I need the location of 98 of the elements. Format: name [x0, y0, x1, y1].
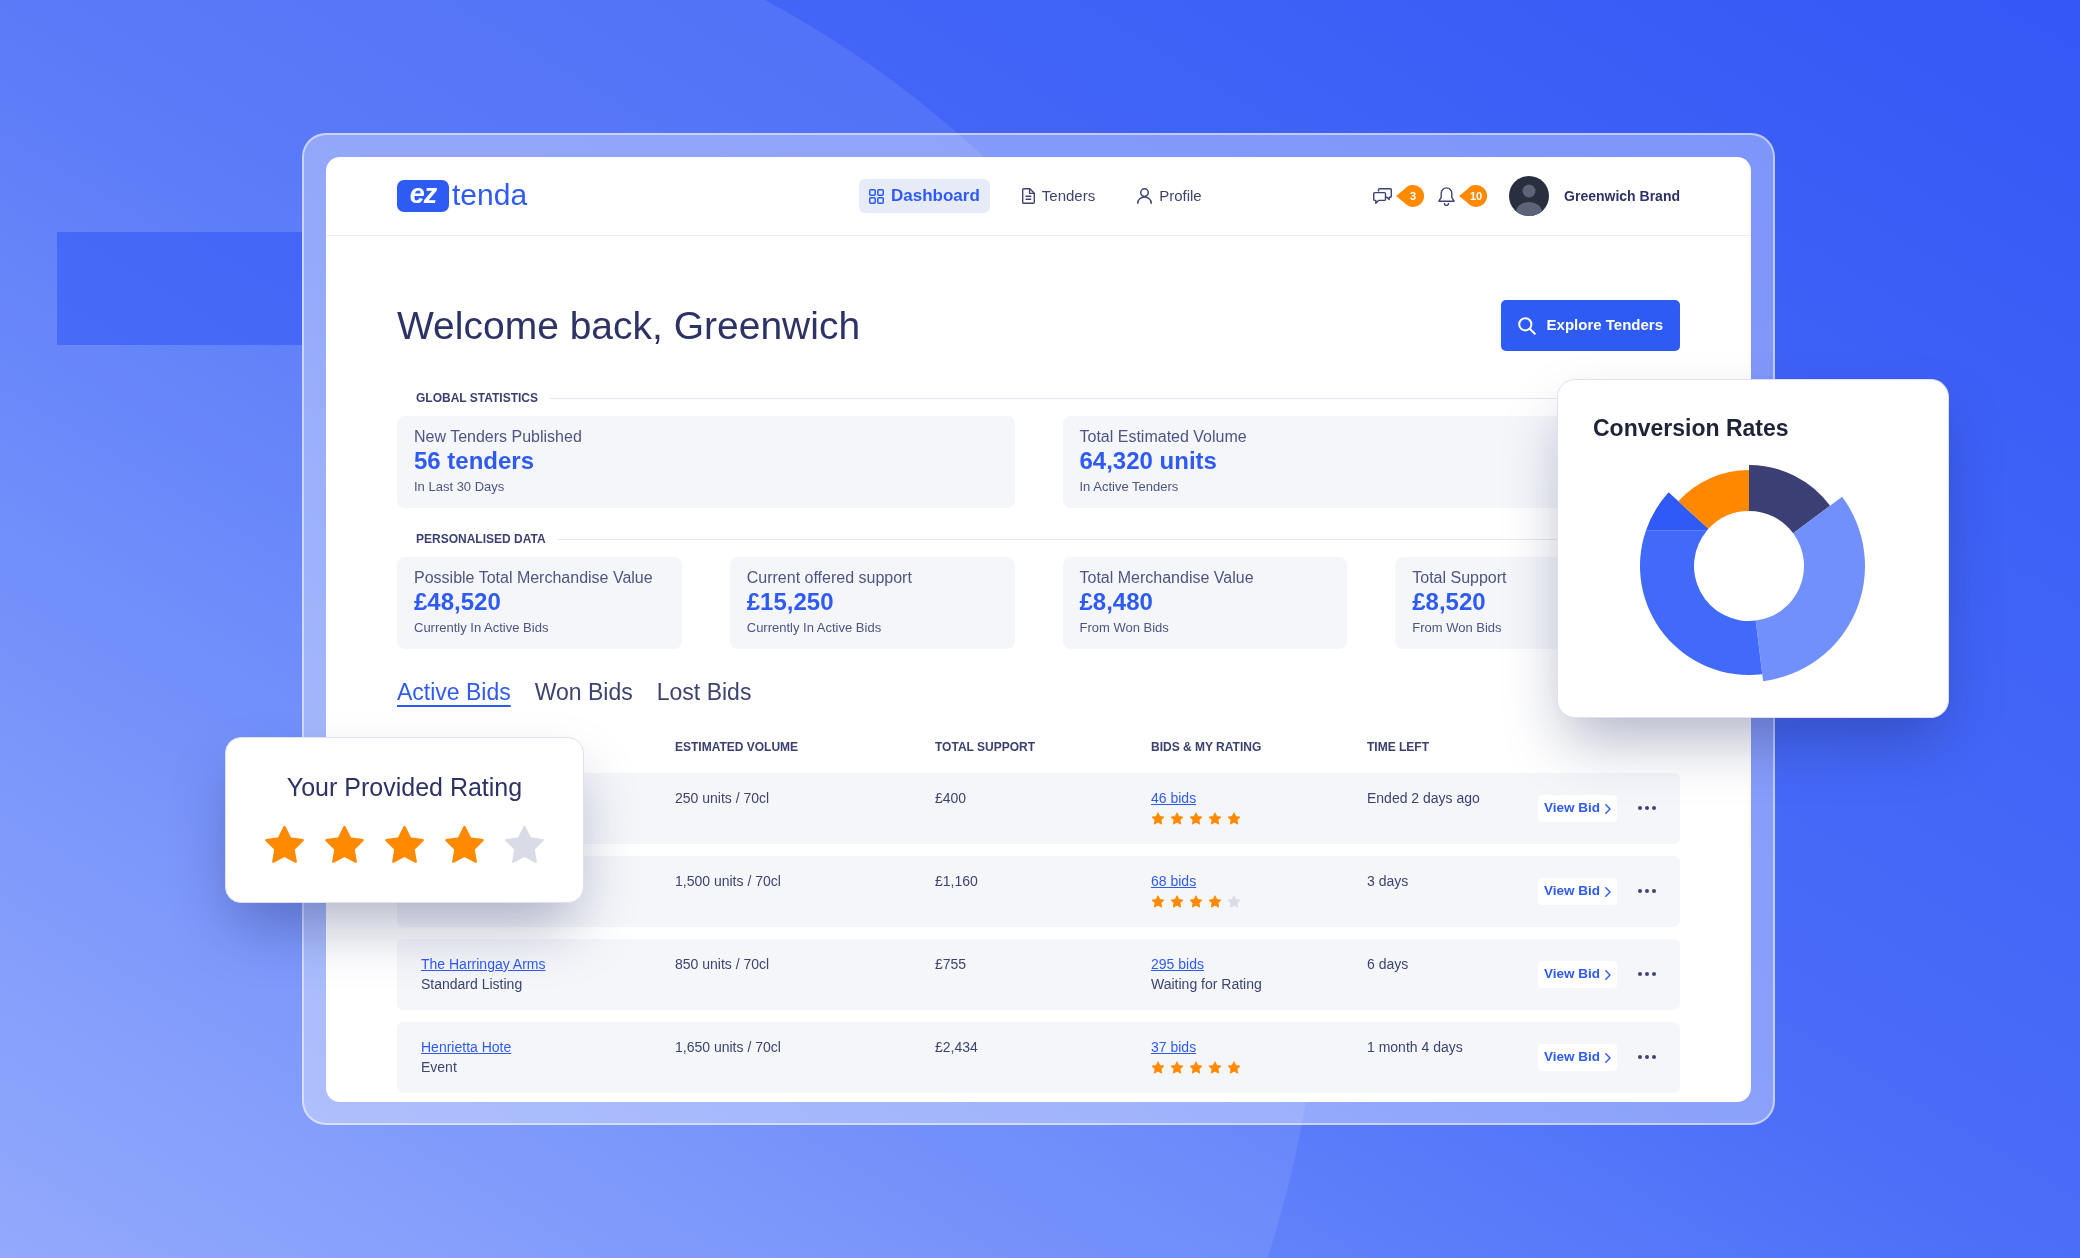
- stat-label: New Tenders Published: [414, 427, 583, 447]
- grid-icon: [869, 188, 884, 204]
- star-icon: [1170, 812, 1184, 825]
- stat-value: £8,480: [1079, 588, 1154, 616]
- bids-tab[interactable]: Lost Bids: [656, 678, 752, 706]
- nav-tab[interactable]: Tenders: [1011, 179, 1106, 213]
- more-icon[interactable]: [1638, 972, 1656, 976]
- stat-note: Currently In Active Bids: [746, 619, 883, 637]
- table-cell-text: 6 days: [1367, 955, 1409, 974]
- star-icon: [1151, 812, 1165, 825]
- stat-note: In Last 30 Days: [414, 478, 506, 496]
- stat-value: 64,320 units: [1079, 447, 1218, 475]
- column-header: ESTIMATED VOLUME: [675, 739, 799, 755]
- document-icon: [1021, 188, 1035, 204]
- brand-name: tenda: [452, 177, 528, 213]
- view-bid-button[interactable]: View Bid: [1538, 1044, 1618, 1071]
- bids-link[interactable]: 295 bids: [1151, 954, 1204, 974]
- listing-type: Standard Listing: [421, 975, 523, 994]
- chat-icon[interactable]: [1373, 187, 1393, 205]
- more-icon[interactable]: [1638, 806, 1656, 810]
- star-icon: [1208, 812, 1222, 825]
- stat-label: Current offered support: [746, 568, 913, 588]
- stat-note: In Active Tenders: [1079, 478, 1180, 496]
- count-badge: 10: [1459, 185, 1488, 207]
- welcome-heading: Welcome back, Greenwich: [397, 302, 861, 349]
- chevron-right-icon: [1605, 886, 1612, 897]
- bids-link[interactable]: 46 bids: [1151, 788, 1197, 808]
- star-icon: [444, 825, 485, 864]
- stat-note: From Won Bids: [1079, 619, 1170, 637]
- logo-mark: ez: [397, 180, 449, 212]
- star-icon: [1208, 895, 1222, 908]
- star-icon: [1227, 1061, 1241, 1074]
- stat-note: From Won Bids: [1412, 619, 1503, 637]
- star-icon: [1151, 1061, 1165, 1074]
- table-cell-text: £755: [935, 955, 967, 974]
- star-icon: [1208, 1061, 1222, 1074]
- view-bid-button[interactable]: View Bid: [1538, 961, 1618, 988]
- more-icon[interactable]: [1638, 889, 1656, 893]
- star-icon: [1227, 895, 1241, 908]
- bids-tab[interactable]: Won Bids: [534, 678, 633, 706]
- stat-label: Possible Total Merchandise Value: [414, 568, 654, 588]
- chevron-right-icon: [1605, 1052, 1612, 1063]
- bids-link[interactable]: 37 bids: [1151, 1037, 1197, 1057]
- table-cell-text: 850 units / 70cl: [675, 955, 770, 974]
- view-bid-button[interactable]: View Bid: [1538, 878, 1618, 905]
- table-cell-text: 1,500 units / 70cl: [675, 872, 781, 891]
- star-icon: [504, 825, 545, 864]
- table-cell-text: £400: [935, 789, 967, 808]
- conversion-card-title: Conversion Rates: [1592, 414, 1790, 442]
- chevron-right-icon: [1605, 969, 1612, 980]
- star-icon: [384, 825, 425, 864]
- user-name: Greenwich Brand: [1564, 186, 1680, 206]
- bell-icon[interactable]: [1438, 186, 1456, 206]
- stat-value: £15,250: [746, 588, 835, 616]
- section-heading: GLOBAL STATISTICS: [416, 390, 538, 406]
- listing-type: Event: [421, 1058, 457, 1077]
- table-cell-text: 250 units / 70cl: [675, 789, 770, 808]
- star-icon: [1189, 812, 1203, 825]
- bids-tab[interactable]: Active Bids: [397, 678, 511, 706]
- stat-label: Total Support: [1412, 568, 1508, 588]
- star-icon: [1151, 895, 1165, 908]
- star-icon: [324, 825, 365, 864]
- table-cell-text: 3 days: [1367, 872, 1409, 891]
- table-cell-text: £1,160: [935, 872, 978, 891]
- rating-card-title: Your Provided Rating: [286, 772, 523, 802]
- stat-value: 56 tenders: [414, 447, 536, 475]
- star-icon: [1189, 1061, 1203, 1074]
- star-icon: [1189, 895, 1203, 908]
- explore-tenders-button[interactable]: Explore Tenders: [1500, 300, 1680, 351]
- search-icon: [1517, 316, 1536, 335]
- rating-status: Waiting for Rating: [1151, 975, 1262, 994]
- star-icon: [1227, 812, 1241, 825]
- nav-tab[interactable]: Profile: [1127, 179, 1212, 213]
- view-bid-button[interactable]: View Bid: [1538, 795, 1618, 822]
- section-heading: PERSONALISED DATA: [416, 531, 546, 547]
- column-header: TIME LEFT: [1367, 739, 1429, 755]
- stat-value: £8,520: [1412, 588, 1487, 616]
- avatar[interactable]: [1509, 176, 1550, 216]
- table-cell-text: Ended 2 days ago: [1367, 789, 1480, 808]
- table-cell-text: 1 month 4 days: [1367, 1038, 1463, 1057]
- table-cell-text: 1,650 units / 70cl: [675, 1038, 781, 1057]
- venue-link[interactable]: Henrietta Hote: [421, 1037, 512, 1057]
- stat-note: Currently In Active Bids: [414, 619, 550, 637]
- nav-tab[interactable]: Dashboard: [859, 179, 990, 213]
- star-icon: [1170, 1061, 1184, 1074]
- star-icon: [264, 825, 305, 864]
- chevron-right-icon: [1605, 803, 1612, 814]
- count-badge: 3: [1396, 185, 1425, 207]
- more-icon[interactable]: [1638, 1055, 1656, 1059]
- venue-link[interactable]: The Harringay Arms: [421, 954, 546, 974]
- person-icon: [1137, 188, 1153, 204]
- stat-value: £48,520: [414, 588, 502, 616]
- table-cell-text: £2,434: [935, 1038, 978, 1057]
- bids-link[interactable]: 68 bids: [1151, 871, 1197, 891]
- column-header: BIDS & MY RATING: [1151, 739, 1262, 755]
- column-header: TOTAL SUPPORT: [935, 739, 1035, 755]
- star-icon: [1170, 895, 1184, 908]
- stat-label: Total Merchandise Value: [1079, 568, 1255, 588]
